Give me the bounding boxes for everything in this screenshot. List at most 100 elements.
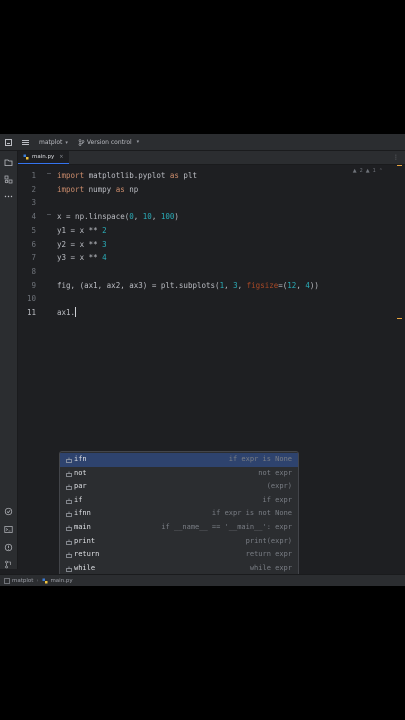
- python-file-icon: [23, 154, 29, 160]
- project-folder-icon[interactable]: [4, 158, 13, 167]
- close-icon[interactable]: ×: [59, 154, 63, 160]
- more-vertical-icon[interactable]: ⋮: [393, 154, 399, 161]
- completion-hint: return expr: [245, 550, 292, 559]
- completion-item[interactable]: ifnn if expr is not None: [60, 507, 298, 521]
- code-token: plt: [178, 171, 197, 180]
- code-token: y2 = x **: [57, 239, 103, 249]
- line-number: 10: [26, 294, 36, 304]
- code-token: matplotlib.pyplot: [84, 171, 170, 180]
- tab-main-py[interactable]: main.py ×: [18, 151, 70, 164]
- breadcrumb-project-label: matplot: [12, 578, 34, 584]
- completion-name: ifn: [74, 455, 87, 463]
- editor-tab-bar: main.py × ⋮: [18, 151, 405, 165]
- completion-hint: if expr is None: [228, 455, 292, 463]
- more-tools-icon[interactable]: [4, 192, 13, 201]
- folder-icon: [4, 578, 10, 584]
- scrollbar-marker[interactable]: [397, 318, 402, 319]
- code-token: 12: [287, 280, 297, 290]
- code-text: x = np.linspace(0, 10, 100): [57, 210, 179, 223]
- code-line[interactable]: 4 x = np.linspace(0, 10, 100): [18, 210, 405, 223]
- code-line[interactable]: 1 import matplotlib.pyplot as plt: [18, 169, 405, 182]
- code-token: ,: [296, 280, 306, 290]
- line-number: 7: [31, 253, 36, 263]
- breadcrumb-file[interactable]: main.py: [42, 578, 73, 584]
- code-token: x = np.linspace(: [57, 212, 130, 222]
- completion-hint: if __name__ == '__main__': expr: [161, 523, 292, 531]
- code-token: 4: [102, 253, 107, 263]
- line-number: 4: [31, 212, 36, 222]
- line-number: 3: [31, 198, 36, 208]
- app-logo-icon[interactable]: [5, 138, 12, 146]
- code-line[interactable]: 8: [18, 265, 405, 278]
- project-selector[interactable]: matplot ▾: [39, 139, 68, 146]
- postfix-template-icon: [66, 525, 72, 531]
- code-token: numpy: [84, 184, 116, 194]
- code-line[interactable]: 9 fig, (ax1, ax2, ax3) = plt.subplots(1, …: [18, 279, 405, 292]
- code-token: ,: [237, 280, 247, 290]
- completion-item[interactable]: print print(expr): [60, 535, 298, 549]
- code-token: ,: [224, 280, 234, 290]
- vcs-label: Version control: [86, 138, 132, 146]
- code-line[interactable]: 10: [18, 292, 405, 305]
- completion-item[interactable]: if if expr: [60, 494, 298, 508]
- completion-item[interactable]: main if __name__ == '__main__': expr: [60, 521, 298, 535]
- project-name: matplot: [39, 138, 63, 146]
- code-text: y3 = x ** 4: [57, 251, 107, 264]
- code-text: y1 = x ** 2: [57, 224, 107, 237]
- code-line[interactable]: 11 ax1.: [18, 306, 405, 319]
- code-token: ,: [133, 212, 143, 222]
- postfix-template-icon: [66, 457, 72, 463]
- completion-item[interactable]: not not expr: [60, 467, 298, 481]
- code-token: y1 = x **: [57, 225, 103, 235]
- completion-hint: print(expr): [245, 536, 292, 545]
- line-number: 11: [26, 308, 36, 317]
- tab-label: main.py: [32, 154, 55, 160]
- completion-hint: if expr: [262, 495, 292, 504]
- code-text: fig, (ax1, ax2, ax3) = plt.subplots(1, 3…: [57, 279, 319, 292]
- terminal-icon[interactable]: [4, 525, 13, 534]
- fold-marker-icon[interactable]: [47, 214, 51, 216]
- completion-name: if: [74, 495, 83, 504]
- completion-name: ifnn: [74, 509, 91, 518]
- line-number: 1: [31, 171, 36, 180]
- postfix-template-icon: [66, 498, 72, 504]
- vcs-commit-icon[interactable]: [4, 560, 13, 569]
- code-token: 100: [160, 212, 175, 222]
- fold-marker-icon[interactable]: [47, 173, 51, 174]
- code-line[interactable]: 3: [18, 196, 405, 209]
- branch-icon: [78, 138, 85, 146]
- completion-hint: if expr is not None: [211, 509, 292, 518]
- left-tool-strip: [0, 151, 18, 569]
- structure-icon[interactable]: [4, 175, 13, 184]
- completion-hint: not expr: [258, 468, 292, 477]
- completion-name: par: [74, 482, 87, 491]
- code-line[interactable]: 5 y1 = x ** 2: [18, 224, 405, 237]
- completion-item[interactable]: return return expr: [60, 548, 298, 562]
- breadcrumb-project[interactable]: matplot: [4, 578, 33, 584]
- vcs-widget[interactable]: Version control ▾: [78, 139, 139, 146]
- line-number: 8: [31, 266, 36, 276]
- code-line[interactable]: 2 import numpy as np: [18, 183, 405, 196]
- code-token: np: [124, 184, 139, 194]
- code-line[interactable]: 6 y2 = x ** 3: [18, 238, 405, 251]
- completion-item[interactable]: ifn if expr is None: [60, 453, 298, 467]
- completion-item[interactable]: par (expr): [60, 480, 298, 494]
- code-text: import numpy as np: [57, 183, 138, 196]
- postfix-template-icon: [66, 484, 72, 491]
- code-token: as: [115, 184, 125, 194]
- code-token: 2: [102, 225, 107, 235]
- postfix-template-icon: [66, 552, 72, 559]
- line-number: 6: [31, 239, 36, 249]
- code-line[interactable]: 7 y3 = x ** 4: [18, 251, 405, 264]
- code-text: y2 = x ** 3: [57, 238, 107, 251]
- completion-hint: (expr): [266, 482, 292, 491]
- main-menu-icon[interactable]: [22, 139, 29, 145]
- code-token: import: [57, 171, 85, 180]
- line-number: 5: [31, 225, 36, 235]
- completion-name: print: [74, 536, 96, 545]
- scrollbar-marker[interactable]: [397, 165, 402, 166]
- code-token: fig, (ax1, ax2, ax3) = plt.subplots(: [57, 280, 220, 290]
- python-packages-icon[interactable]: [4, 507, 13, 516]
- postfix-template-icon: [66, 539, 72, 545]
- problems-icon[interactable]: [4, 543, 13, 552]
